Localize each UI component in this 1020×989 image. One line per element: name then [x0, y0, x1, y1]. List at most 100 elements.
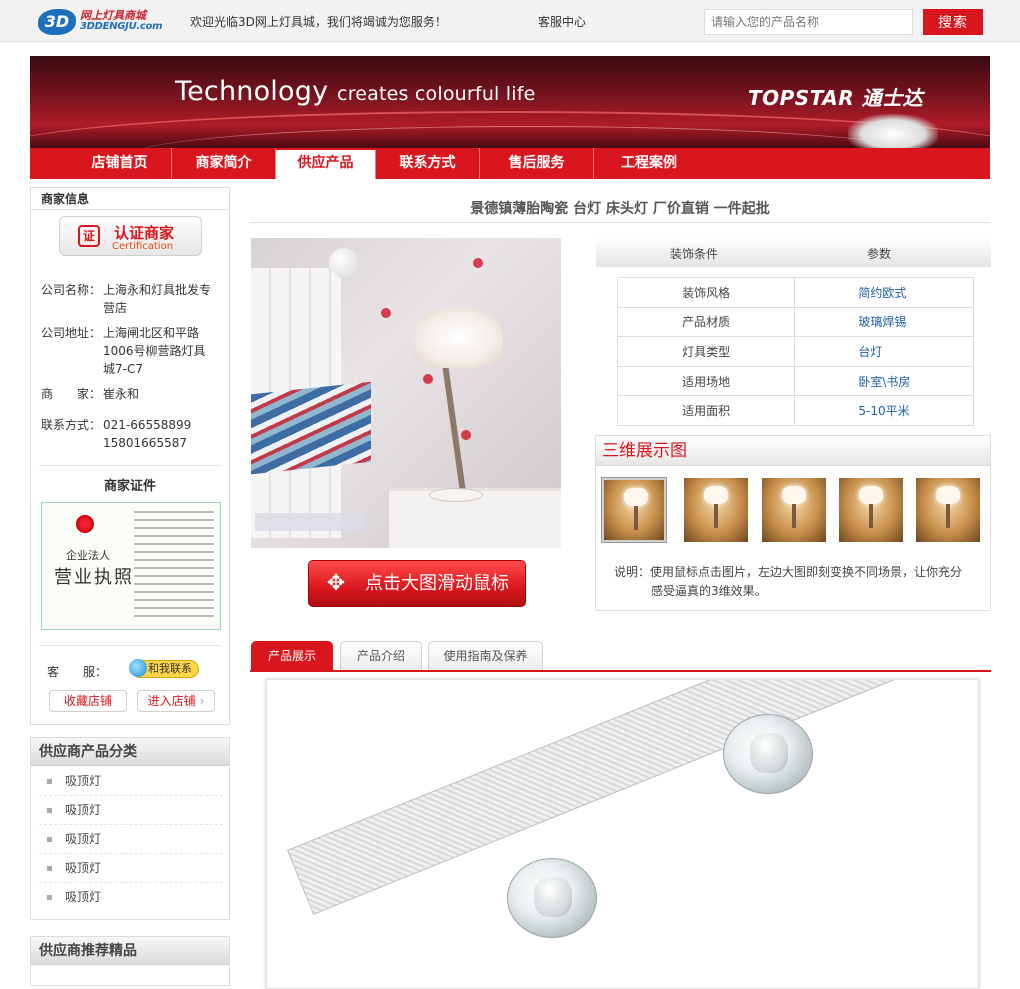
spec-value[interactable]: 5-10平米: [794, 395, 974, 426]
license-heading: 商家证件: [103, 479, 156, 494]
nav-item-contact[interactable]: 联系方式: [376, 148, 480, 179]
owner-value: 崔永和: [103, 387, 140, 401]
spec-col-condition: 装饰条件: [670, 247, 719, 261]
image-lamp-shade: [413, 308, 503, 368]
thumb-lamp-shade: [936, 486, 960, 504]
mobile-value: 15801665587: [103, 436, 187, 450]
image-pillow: [251, 381, 371, 475]
company-name-label: 公司名称：: [41, 283, 102, 297]
spec-key: 适用面积: [616, 395, 796, 426]
note-line: 感受逼真的3维效果。: [651, 584, 767, 598]
recommended-panel: 供应商推荐精品: [30, 936, 230, 986]
category-item[interactable]: 吸顶灯: [39, 854, 223, 883]
category-label: 吸顶灯: [65, 803, 102, 817]
contact-me-button[interactable]: 和我联系: [129, 659, 199, 678]
bullet-icon: [47, 895, 52, 900]
image-bedpost: [329, 248, 359, 278]
image-lamp-stem: [441, 358, 467, 498]
image-lamp-base: [429, 488, 483, 502]
thumb-lamp-shade: [782, 486, 806, 504]
spec-value[interactable]: 玻璃焊锡: [794, 306, 974, 338]
category-item[interactable]: 吸顶灯: [39, 883, 223, 912]
thumb-lamp-stem: [869, 504, 873, 528]
product-main-image[interactable]: [251, 238, 561, 548]
tagline-big: Technology: [175, 76, 329, 107]
enter-shop-label: 进入店铺: [147, 694, 196, 708]
spec-value[interactable]: 台灯: [794, 336, 974, 367]
national-emblem-icon: [76, 515, 94, 533]
thumb-lamp-stem: [634, 506, 638, 530]
top-bar: 3D 网上灯具商城 3DDENGJU.com 欢迎光临3D网上灯具城，我们将竭诚…: [0, 0, 1020, 42]
bulb-image: [848, 114, 938, 148]
table-row: 适用场地 卧室\书房: [616, 365, 974, 397]
shop-nav: 店铺首页 商家简介 供应产品 联系方式 售后服务 工程案例: [30, 148, 990, 179]
table-row: 产品材质 玻璃焊锡: [616, 306, 974, 338]
company-name-row: 公司名称： 上海永和灯具批发专营店: [41, 281, 215, 317]
spec-table: 装饰风格 简约欧式 产品材质 玻璃焊锡 灯具类型 台灯 适用场地 卧室\书房 适…: [616, 277, 974, 426]
nav-item-aftersales[interactable]: 售后服务: [480, 148, 594, 179]
spec-value[interactable]: 简约欧式: [794, 277, 974, 308]
view-3d-thumbnail[interactable]: [762, 478, 826, 542]
image-fixture-plate: [287, 680, 978, 915]
divider: [39, 465, 221, 466]
tagline-small: creates colourful life: [337, 83, 536, 105]
bullet-icon: [47, 837, 52, 842]
category-label: 吸顶灯: [65, 890, 102, 904]
search-input[interactable]: [704, 9, 913, 35]
company-address-row: 公司地址： 上海闸北区和平路1006号柳营路灯具城7-C7: [41, 324, 215, 378]
site-logo[interactable]: 3D 网上灯具商城 3DDENGJU.com: [38, 7, 163, 37]
category-item[interactable]: 吸顶灯: [39, 796, 223, 825]
drag-image-button[interactable]: ✥ 点击大图滑动鼠标: [308, 560, 526, 607]
tab-usage-guide[interactable]: 使用指南及保养: [428, 641, 543, 670]
business-license-image[interactable]: 企业法人 营业执照: [41, 502, 221, 630]
owner-row: 商 家： 崔永和: [41, 385, 215, 403]
nav-item-cases[interactable]: 工程案例: [594, 148, 704, 179]
tab-product-intro[interactable]: 产品介绍: [340, 641, 422, 670]
enter-shop-button[interactable]: 进入店铺 ›: [137, 690, 215, 712]
drag-image-label: 点击大图滑动鼠标: [365, 573, 509, 594]
thumb-lamp-shade: [704, 486, 728, 504]
divider: [39, 645, 221, 646]
company-address-value: 上海闸北区和平路1006号柳营路灯具城7-C7: [103, 326, 206, 376]
license-text-2: 营业执照: [54, 567, 134, 588]
spec-key: 适用场地: [616, 365, 796, 397]
image-spotlight: [723, 714, 813, 794]
phone-value: 021-66558899: [103, 418, 192, 432]
favorite-shop-button[interactable]: 收藏店铺: [49, 690, 127, 712]
spec-table-header: 装饰条件 参数: [596, 237, 991, 267]
view-3d-thumbnail[interactable]: [601, 477, 667, 543]
nav-item-about[interactable]: 商家简介: [172, 148, 276, 179]
thumb-lamp-shade: [859, 486, 883, 504]
spec-col-parameter: 参数: [867, 247, 892, 261]
category-label: 吸顶灯: [65, 861, 102, 875]
nav-item-products[interactable]: 供应产品: [276, 150, 376, 179]
search-button[interactable]: 搜索: [923, 9, 983, 35]
certification-badge: 证 认证商家 Certification: [59, 216, 202, 256]
table-row: 装饰风格 简约欧式: [616, 277, 974, 308]
chevron-right-icon: ›: [199, 694, 205, 708]
category-heading: 供应商产品分类: [31, 738, 229, 766]
phone-row: 联系方式： 021-66558899 15801665587: [41, 416, 215, 452]
view-3d-thumbnail[interactable]: [916, 478, 980, 542]
tab-underline: [250, 670, 991, 672]
category-label: 吸顶灯: [65, 774, 102, 788]
view-3d-thumbnail[interactable]: [684, 478, 748, 542]
phone-values: 021-66558899 15801665587: [103, 416, 215, 452]
image-rose: [473, 258, 483, 268]
view-3d-panel: 三维展示图 说明：使用鼠标点击图片，左边大图即刻变换不同场景，让你充分 感受逼真…: [595, 435, 991, 611]
favorite-shop-label: 收藏店铺: [63, 694, 112, 708]
shop-banner: Technology creates colourful life TOPSTA…: [30, 56, 990, 148]
spec-value[interactable]: 卧室\书房: [794, 365, 974, 397]
view-3d-thumbnail[interactable]: [839, 478, 903, 542]
banner-brand: TOPSTAR 通士达: [748, 86, 924, 110]
thumb-lamp-stem: [714, 504, 718, 528]
tab-product-display[interactable]: 产品展示: [251, 641, 333, 670]
license-text-1: 企业法人: [66, 549, 110, 562]
merchant-info-heading: 商家信息: [31, 188, 229, 210]
service-center-link[interactable]: 客服中心: [538, 13, 586, 30]
chat-face-icon: [129, 659, 147, 677]
category-item[interactable]: 吸顶灯: [39, 825, 223, 854]
thumb-lamp-shade: [624, 488, 648, 506]
category-item[interactable]: 吸顶灯: [39, 767, 223, 796]
nav-item-home[interactable]: 店铺首页: [68, 148, 172, 179]
